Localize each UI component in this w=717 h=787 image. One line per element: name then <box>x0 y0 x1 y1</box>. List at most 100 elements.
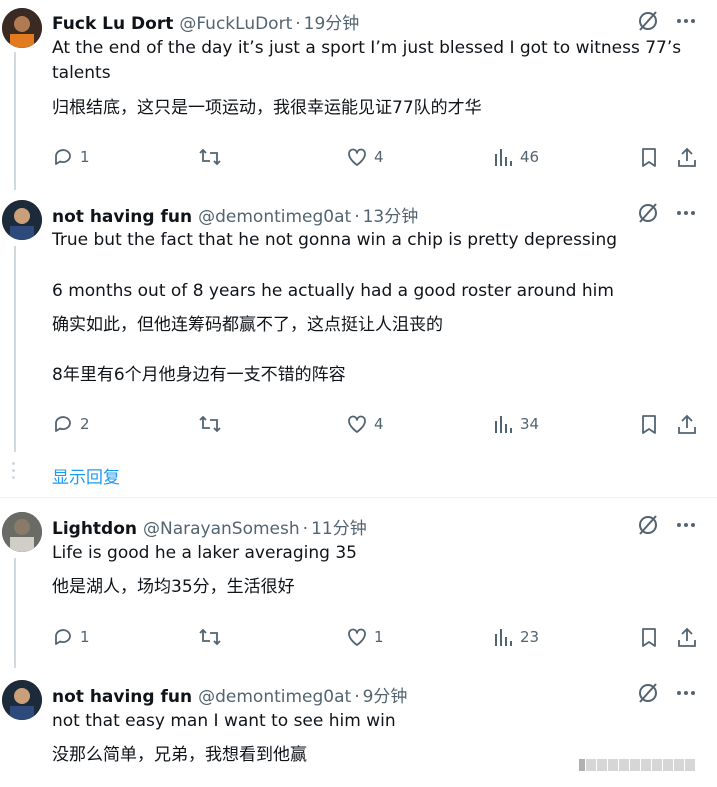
views-button[interactable]: 46 <box>492 146 539 168</box>
tweet[interactable]: Lightdon @NarayanSomesh · 11分钟 Life is g… <box>0 498 717 668</box>
more-icon[interactable] <box>675 10 697 32</box>
grok-icon[interactable] <box>637 202 659 224</box>
share-button[interactable] <box>676 413 698 435</box>
separator: · <box>302 519 309 539</box>
views-count: 23 <box>520 628 540 646</box>
grok-icon[interactable] <box>637 514 659 536</box>
tweet-text-line: Life is good he a laker averaging 35 <box>52 543 357 563</box>
views-icon <box>495 149 512 166</box>
user-handle[interactable]: @NarayanSomesh <box>143 519 300 539</box>
tweet-text-line: talents <box>52 63 111 83</box>
retweet-button[interactable] <box>198 146 228 168</box>
views-count: 34 <box>520 415 540 433</box>
timestamp[interactable]: 13分钟 <box>363 202 419 227</box>
translation-line: 他是湖人，场均35分，生活很好 <box>52 577 295 597</box>
translation-line: 确实如此，但他连筹码都赢不了，这点挺让人沮丧的 <box>52 315 443 335</box>
user-handle[interactable]: @demontimeg0at <box>198 207 351 227</box>
like-icon <box>348 415 366 433</box>
reply-button[interactable]: 1 <box>52 626 90 648</box>
reply-button[interactable]: 2 <box>52 413 90 435</box>
reply-count: 1 <box>80 148 90 166</box>
tweet-text-line: True but the fact that he not gonna win … <box>52 230 618 250</box>
tweet-header: not having fun @demontimeg0at · 13分钟 <box>52 202 418 227</box>
tweet-text-line: not that easy man I want to see him win <box>52 711 396 731</box>
views-icon <box>495 629 512 646</box>
retweet-icon <box>199 628 221 646</box>
avatar[interactable] <box>2 200 42 240</box>
separator: · <box>295 14 301 34</box>
watermark <box>579 759 695 771</box>
bookmark-button[interactable] <box>638 413 660 435</box>
views-button[interactable]: 23 <box>492 626 539 648</box>
retweet-button[interactable] <box>198 413 228 435</box>
tweet-text-line: 6 months out of 8 years he actually had … <box>52 281 614 301</box>
thread-line <box>14 558 16 668</box>
display-name[interactable]: Lightdon <box>52 519 137 539</box>
views-button[interactable]: 34 <box>492 413 539 435</box>
action-bar: 2 4 34 <box>52 413 702 439</box>
views-icon <box>495 416 512 433</box>
bookmark-icon <box>642 148 656 167</box>
like-count: 1 <box>374 628 384 646</box>
translation-line: 没那么简单，兄弟，我想看到他赢 <box>52 745 307 765</box>
timestamp[interactable]: 9分钟 <box>363 682 408 707</box>
translation-line: 归根结底，这只是一项运动，我很幸运能见证77队的才华 <box>52 98 482 118</box>
avatar[interactable] <box>2 680 42 720</box>
tweet-header: not having fun @demontimeg0at · 9分钟 <box>52 682 407 707</box>
bookmark-button[interactable] <box>638 626 660 648</box>
more-icon[interactable] <box>675 202 697 224</box>
display-name[interactable]: not having fun <box>52 687 192 707</box>
bookmark-icon <box>642 415 656 434</box>
more-icon[interactable] <box>675 514 697 536</box>
user-handle[interactable]: @demontimeg0at <box>198 687 351 707</box>
tweet-text-line: At the end of the day it’s just a sport … <box>52 38 682 58</box>
like-icon <box>348 628 366 646</box>
thread-dots <box>12 462 16 483</box>
like-button[interactable]: 1 <box>346 626 384 648</box>
bookmark-button[interactable] <box>638 146 660 168</box>
tweet[interactable]: Fuck Lu Dort @FuckLuDort · 19分钟 At the e… <box>0 0 717 190</box>
like-button[interactable]: 4 <box>346 413 384 435</box>
reply-icon <box>55 149 71 165</box>
avatar[interactable] <box>2 8 42 48</box>
tweet[interactable]: not having fun @demontimeg0at · 13分钟 Tru… <box>0 190 717 490</box>
retweet-button[interactable] <box>198 626 228 648</box>
action-bar: 1 4 46 <box>52 146 702 172</box>
separator: · <box>354 687 360 707</box>
thread-line <box>14 246 16 452</box>
separator: · <box>354 207 360 227</box>
grok-icon[interactable] <box>637 682 659 704</box>
share-icon <box>678 627 696 647</box>
like-count: 4 <box>374 415 384 433</box>
display-name[interactable]: not having fun <box>52 207 192 227</box>
avatar[interactable] <box>2 512 42 552</box>
tweet-header: Lightdon @NarayanSomesh · 11分钟 <box>52 514 367 539</box>
retweet-icon <box>199 148 221 166</box>
like-icon <box>348 148 366 166</box>
display-name[interactable]: Fuck Lu Dort <box>52 14 173 34</box>
share-icon <box>678 147 696 167</box>
retweet-icon <box>199 415 221 433</box>
reply-icon <box>55 629 71 645</box>
reply-button[interactable]: 1 <box>52 146 90 168</box>
user-handle[interactable]: @FuckLuDort <box>179 14 292 34</box>
views-count: 46 <box>520 148 540 166</box>
reply-count: 2 <box>80 415 90 433</box>
more-icon[interactable] <box>675 682 697 704</box>
bookmark-icon <box>642 628 656 647</box>
timestamp[interactable]: 19分钟 <box>304 9 360 34</box>
grok-icon[interactable] <box>637 10 659 32</box>
share-button[interactable] <box>676 626 698 648</box>
share-icon <box>678 414 696 434</box>
timestamp[interactable]: 11分钟 <box>311 514 367 539</box>
show-replies-link[interactable]: 显示回复 <box>52 463 120 488</box>
reply-icon <box>55 416 71 432</box>
like-button[interactable]: 4 <box>346 146 384 168</box>
action-bar: 1 1 23 <box>52 626 702 652</box>
translation-line: 8年里有6个月他身边有一支不错的阵容 <box>52 365 346 385</box>
like-count: 4 <box>374 148 384 166</box>
thread-line <box>14 52 16 190</box>
tweet-header: Fuck Lu Dort @FuckLuDort · 19分钟 <box>52 9 359 34</box>
share-button[interactable] <box>676 146 698 168</box>
reply-count: 1 <box>80 628 90 646</box>
